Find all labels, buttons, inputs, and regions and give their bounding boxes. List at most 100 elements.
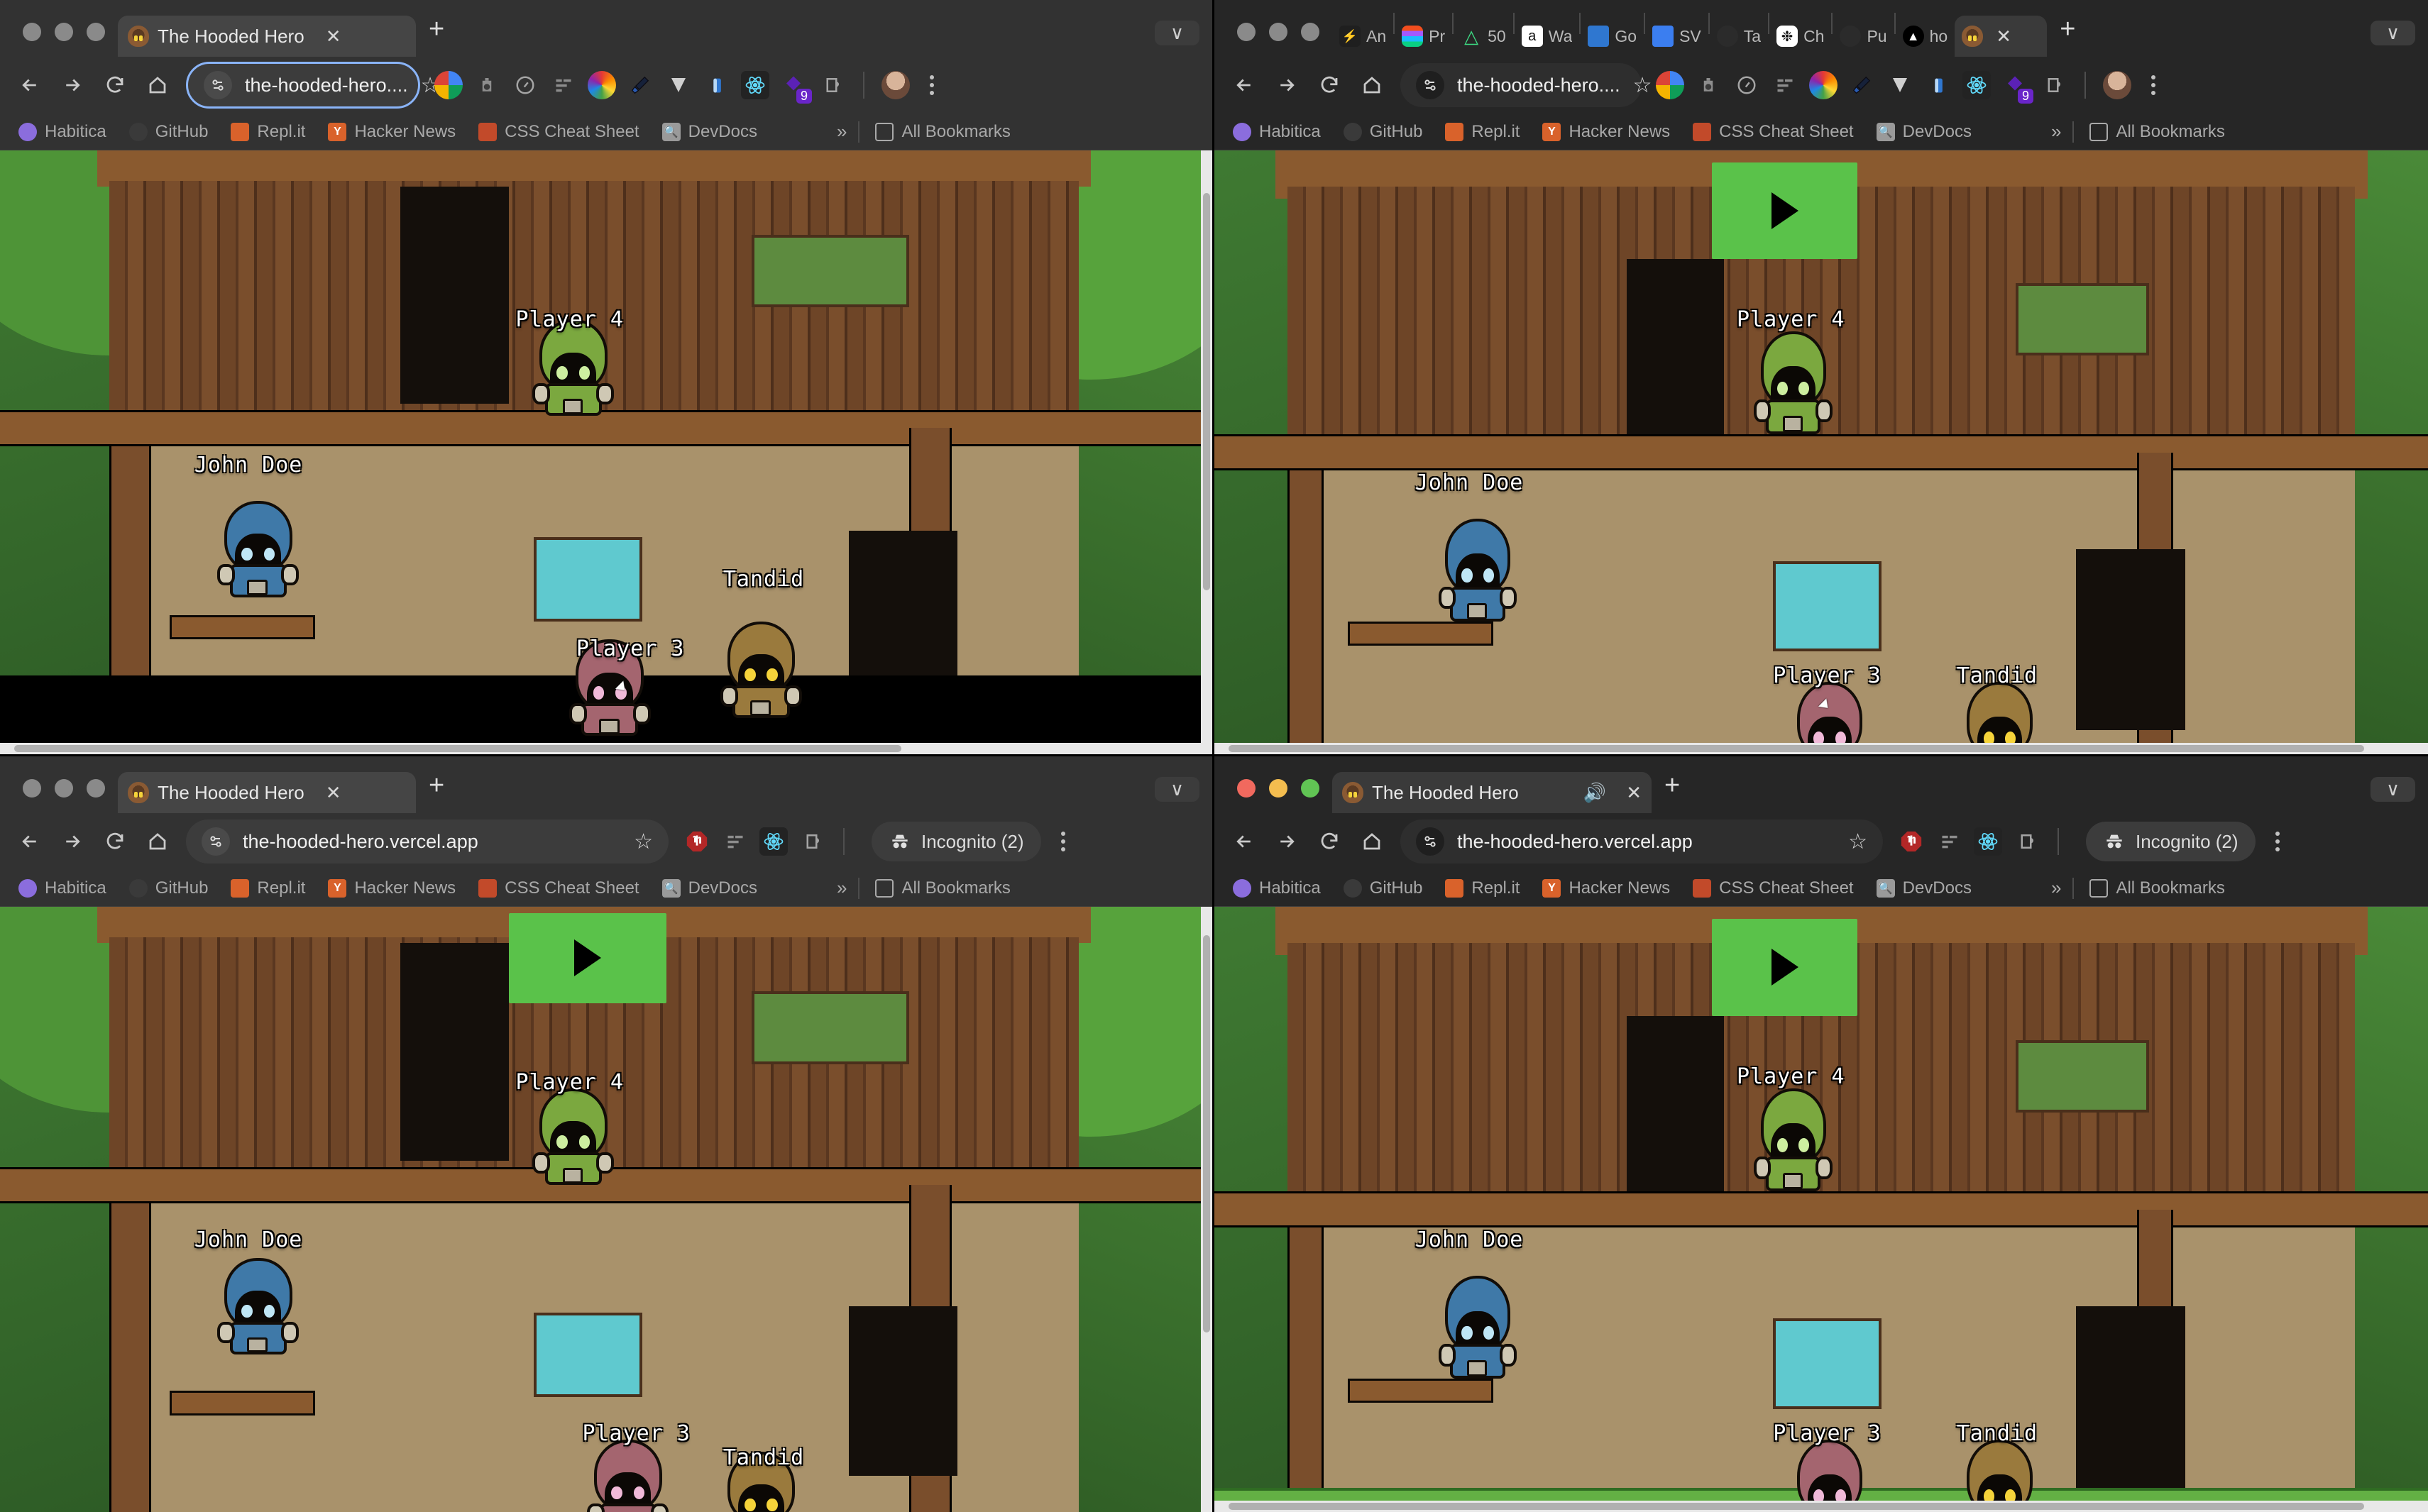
forward-arrow-icon[interactable] xyxy=(51,64,94,106)
star-icon[interactable]: ☆ xyxy=(1848,829,1867,854)
bookmark-github[interactable]: GitHub xyxy=(1332,878,1434,898)
tab-50[interactable]: △ 50 xyxy=(1454,16,1513,57)
tab-sv[interactable]: SV xyxy=(1645,16,1708,57)
address-bar[interactable]: the-hooded-hero.vercel.app ☆ xyxy=(186,820,669,863)
play-button[interactable] xyxy=(509,912,667,1004)
bookmark-devdocs[interactable]: 🔍 DevDocs xyxy=(1865,122,1983,142)
play-button[interactable] xyxy=(1712,919,1858,1016)
google-colors-ext[interactable] xyxy=(1656,71,1684,99)
speaker-playing-icon[interactable]: 🔊 xyxy=(1583,783,1606,802)
vertical-scrollbar-thumb[interactable] xyxy=(1203,193,1210,590)
home-icon[interactable] xyxy=(1351,820,1393,863)
home-icon[interactable] xyxy=(136,820,179,863)
camera-ext[interactable] xyxy=(473,71,501,99)
address-bar[interactable]: the-hooded-hero.... ☆ xyxy=(186,62,440,109)
tab-list-chevron-icon[interactable]: ∨ xyxy=(1154,21,1199,45)
close-window-button[interactable] xyxy=(1237,779,1256,798)
new-tab-button[interactable]: + xyxy=(1652,772,1693,813)
bookmark-css-cheat-sheet[interactable]: CSS Cheat Sheet xyxy=(1681,878,1864,898)
tab-ho[interactable]: ▲ ho xyxy=(1896,16,1955,57)
back-arrow-icon[interactable] xyxy=(9,820,51,863)
star-icon[interactable]: ☆ xyxy=(634,829,653,854)
reload-icon[interactable] xyxy=(1308,820,1351,863)
tab-pu[interactable]: Pu xyxy=(1833,16,1894,57)
bookmark-hacker-news[interactable]: Y Hacker News xyxy=(1531,878,1681,898)
bookmarks-overflow-icon[interactable]: » xyxy=(2040,121,2072,143)
close-window-button[interactable] xyxy=(23,23,41,41)
purple-badge-ext[interactable]: 9 xyxy=(2001,71,2033,104)
list-ext[interactable] xyxy=(549,71,578,99)
bookmark-hacker-news[interactable]: Y Hacker News xyxy=(1531,122,1681,142)
tab-the-hooded-hero[interactable]: The Hooded Hero ✕ xyxy=(118,772,416,813)
new-tab-button[interactable]: + xyxy=(2047,16,2088,57)
address-bar[interactable]: the-hooded-hero.... ☆ xyxy=(1400,63,1652,107)
tab-an[interactable]: ⚡ An xyxy=(1332,16,1393,57)
react-devtools-ext[interactable] xyxy=(741,71,769,99)
close-tab-icon[interactable]: ✕ xyxy=(326,783,341,802)
forward-arrow-icon[interactable] xyxy=(1265,820,1308,863)
bookmark-devdocs[interactable]: 🔍 DevDocs xyxy=(1865,878,1983,898)
tab-go[interactable]: Go xyxy=(1581,16,1644,57)
horizontal-scrollbar[interactable] xyxy=(1214,743,2428,754)
tab-pr[interactable]: Pr xyxy=(1395,16,1452,57)
traffic-lights[interactable] xyxy=(4,779,118,813)
camera-ext[interactable] xyxy=(1694,71,1723,99)
bookmark-hacker-news[interactable]: Y Hacker News xyxy=(317,122,467,142)
tab-the-hooded-hero[interactable]: ✕ xyxy=(1955,16,2048,57)
game-viewport-top-left[interactable]: Player 4 John Doe Player 3 Tandid xyxy=(0,150,1212,754)
forward-arrow-icon[interactable] xyxy=(51,820,94,863)
site-settings-icon[interactable] xyxy=(1416,71,1444,99)
react-devtools-ext[interactable] xyxy=(759,827,788,856)
incognito-badge[interactable]: Incognito (2) xyxy=(2086,822,2256,861)
kebab-menu-icon[interactable] xyxy=(1051,832,1075,851)
minimize-window-button[interactable] xyxy=(55,23,73,41)
bookmark-habitica[interactable]: Habitica xyxy=(7,122,118,142)
bookmark-devdocs[interactable]: 🔍 DevDocs xyxy=(651,122,769,142)
bookmark-habitica[interactable]: Habitica xyxy=(1221,122,1332,142)
kebab-menu-icon[interactable] xyxy=(2265,832,2290,851)
color-picker-ext[interactable] xyxy=(588,71,616,99)
tab-list-chevron-icon[interactable]: ∨ xyxy=(2370,777,2415,802)
traffic-lights[interactable] xyxy=(1219,23,1332,57)
color-picker-ext[interactable] xyxy=(1809,71,1838,99)
bookmark-replit[interactable]: Repl.it xyxy=(1434,122,1531,142)
home-icon[interactable] xyxy=(136,64,179,106)
forward-arrow-icon[interactable] xyxy=(1265,64,1308,106)
checkmark-ext[interactable] xyxy=(1886,71,1914,99)
back-arrow-icon[interactable] xyxy=(1223,820,1265,863)
horizontal-scrollbar-thumb[interactable] xyxy=(1229,745,2364,752)
game-viewport-bottom-left[interactable]: Player 4 John Doe Player 3 Tandid xyxy=(0,907,1212,1512)
all-bookmarks-button[interactable]: All Bookmarks xyxy=(2078,122,2236,142)
battery-ext[interactable] xyxy=(1924,71,1952,99)
traffic-lights[interactable] xyxy=(4,23,118,57)
close-window-button[interactable] xyxy=(23,779,41,798)
back-arrow-icon[interactable] xyxy=(9,64,51,106)
close-tab-icon[interactable]: ✕ xyxy=(326,27,341,45)
maximize-window-button[interactable] xyxy=(1301,23,1319,41)
horizontal-scrollbar[interactable] xyxy=(0,743,1201,754)
bookmark-github[interactable]: GitHub xyxy=(118,878,220,898)
site-settings-icon[interactable] xyxy=(202,827,230,856)
bookmark-github[interactable]: GitHub xyxy=(1332,122,1434,142)
adblock-ext[interactable] xyxy=(683,827,711,856)
close-tab-icon[interactable]: ✕ xyxy=(1626,783,1642,802)
traffic-lights[interactable] xyxy=(1219,779,1332,813)
game-viewport-top-right[interactable]: Player 4 John Doe Player 3 Tandid xyxy=(1214,150,2428,754)
checkmark-ext[interactable] xyxy=(664,71,693,99)
bookmark-css-cheat-sheet[interactable]: CSS Cheat Sheet xyxy=(1681,122,1864,142)
kebab-menu-icon[interactable] xyxy=(2141,75,2165,95)
tab-wa[interactable]: a Wa xyxy=(1515,16,1580,57)
bookmark-css-cheat-sheet[interactable]: CSS Cheat Sheet xyxy=(467,122,650,142)
tab-list-chevron-icon[interactable]: ∨ xyxy=(2370,21,2415,45)
puzzle-ext[interactable] xyxy=(798,827,826,856)
bookmark-github[interactable]: GitHub xyxy=(118,122,220,142)
puzzle-ext[interactable] xyxy=(818,71,846,99)
bookmark-hacker-news[interactable]: Y Hacker News xyxy=(317,878,467,898)
profile-avatar[interactable] xyxy=(881,71,910,99)
bookmarks-overflow-icon[interactable]: » xyxy=(825,121,858,143)
maximize-window-button[interactable] xyxy=(1301,779,1319,798)
new-tab-button[interactable]: + xyxy=(416,772,457,813)
minimize-window-button[interactable] xyxy=(1269,23,1287,41)
react-devtools-ext[interactable] xyxy=(1974,827,2002,856)
all-bookmarks-button[interactable]: All Bookmarks xyxy=(864,122,1021,142)
